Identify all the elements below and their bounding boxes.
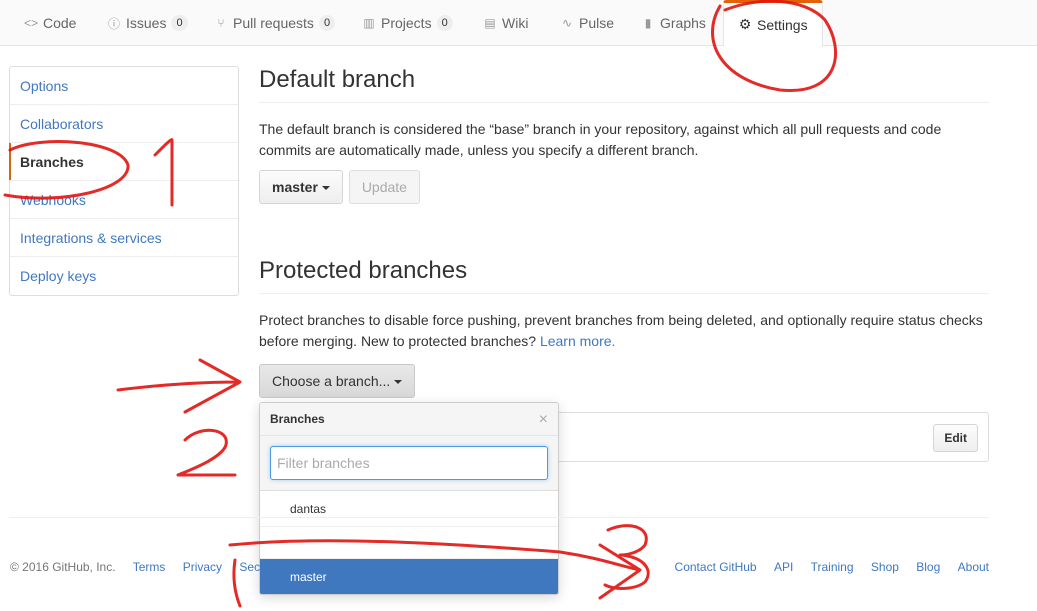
footer-link-shop[interactable]: Shop: [871, 560, 899, 574]
learn-more-link[interactable]: Learn more.: [540, 333, 615, 349]
branches-settings: Default branch The default branch is con…: [259, 66, 989, 352]
footer-left: © 2016 GitHub, Inc. Terms Privacy Securi…: [10, 560, 297, 574]
tab-issues[interactable]: ⓘ Issues 0: [107, 0, 188, 46]
issues-count: 0: [171, 15, 188, 31]
footer-link-terms[interactable]: Terms: [133, 560, 166, 574]
arrow-two: [116, 358, 242, 414]
footer-link-contact[interactable]: Contact GitHub: [675, 560, 757, 574]
caret-down-icon: [321, 186, 330, 191]
footer-link-api[interactable]: API: [774, 560, 793, 574]
footer-divider: [9, 517, 989, 518]
footer-link-security[interactable]: Security: [239, 560, 282, 574]
issue-icon: ⓘ: [107, 16, 120, 31]
projects-count: 0: [436, 15, 453, 31]
protected-description-text: Protect branches to disable force pushin…: [259, 312, 983, 349]
copyright: © 2016 GitHub, Inc.: [10, 560, 116, 574]
footer-link-about[interactable]: About: [958, 560, 989, 574]
pull-request-icon: ⑂: [217, 16, 225, 30]
default-branch-description: The default branch is considered the “ba…: [259, 121, 942, 158]
tab-projects[interactable]: ▥ Projects 0: [362, 0, 453, 46]
sidebar-item-collaborators[interactable]: Collaborators: [10, 105, 238, 143]
tab-pulse-label: Pulse: [579, 15, 615, 31]
branch-item-dantas[interactable]: dantas: [260, 491, 558, 527]
footer-right: Contact GitHub API Training Shop Blog Ab…: [661, 560, 989, 574]
settings-sidebar: Options Collaborators Branches Webhooks …: [9, 66, 239, 296]
sidebar-item-options[interactable]: Options: [10, 67, 238, 105]
tab-wiki[interactable]: ▤ Wiki: [483, 0, 528, 46]
branch-item-hidden: [260, 527, 558, 559]
graph-icon: ▮: [644, 16, 652, 30]
close-icon[interactable]: ×: [539, 403, 548, 436]
tab-settings-label: Settings: [757, 16, 808, 33]
tab-graphs[interactable]: ▮ Graphs: [641, 0, 706, 46]
tab-issues-label: Issues: [126, 15, 167, 31]
tab-pull-requests[interactable]: ⑂ Pull requests 0: [214, 0, 336, 46]
edit-button[interactable]: Edit: [933, 424, 978, 452]
branch-menu-title: Branches: [270, 412, 325, 426]
sidebar-item-deploy-keys[interactable]: Deploy keys: [10, 257, 238, 295]
default-branch-controls: master Update: [259, 170, 989, 204]
branch-filter-container: [260, 436, 558, 491]
footer-link-training[interactable]: Training: [811, 560, 854, 574]
branch-item-master[interactable]: master: [260, 559, 558, 594]
repo-nav-tabs: <> Code ⓘ Issues 0 ⑂ Pull requests 0 ▥ P…: [0, 0, 1037, 47]
sidebar-item-branches[interactable]: Branches: [9, 143, 238, 181]
filter-branches-input[interactable]: [270, 446, 548, 480]
branch-menu-header: Branches ×: [260, 403, 558, 436]
project-icon: ▥: [363, 16, 375, 30]
choose-branch-label: Choose a branch...: [272, 373, 391, 389]
caret-down-icon: [394, 380, 403, 385]
update-button[interactable]: Update: [348, 170, 420, 204]
digit-two: [176, 428, 237, 477]
tab-graphs-label: Graphs: [660, 15, 706, 31]
protected-branches-heading: Protected branches: [259, 257, 989, 294]
book-icon: ▤: [484, 16, 496, 30]
choose-branch-button[interactable]: Choose a branch...: [259, 364, 416, 398]
digit-three: [603, 524, 650, 590]
sidebar-item-webhooks[interactable]: Webhooks: [10, 181, 238, 219]
pull-requests-count: 0: [318, 15, 336, 31]
pulse-icon: ∿: [561, 16, 573, 30]
tab-settings[interactable]: ⚙ Settings: [723, 0, 823, 47]
tab-projects-label: Projects: [381, 15, 432, 31]
footer-link-blog[interactable]: Blog: [916, 560, 940, 574]
tab-pull-requests-label: Pull requests: [233, 15, 314, 31]
sidebar-item-integrations[interactable]: Integrations & services: [10, 219, 238, 257]
tab-wiki-label: Wiki: [502, 15, 529, 31]
tab-code-label: Code: [43, 15, 77, 31]
footer-link-privacy[interactable]: Privacy: [183, 560, 222, 574]
code-icon: <>: [24, 16, 39, 30]
gear-icon: ⚙: [738, 16, 752, 32]
tab-code[interactable]: <> Code: [24, 0, 76, 46]
tab-pulse[interactable]: ∿ Pulse: [560, 0, 614, 46]
default-branch-heading: Default branch: [259, 66, 989, 103]
default-branch-select-label: master: [272, 179, 318, 195]
branch-select-menu: Branches × dantas master: [259, 402, 559, 595]
protected-branches-description: Protect branches to disable force pushin…: [259, 310, 989, 352]
default-branch-select[interactable]: master: [259, 170, 343, 204]
